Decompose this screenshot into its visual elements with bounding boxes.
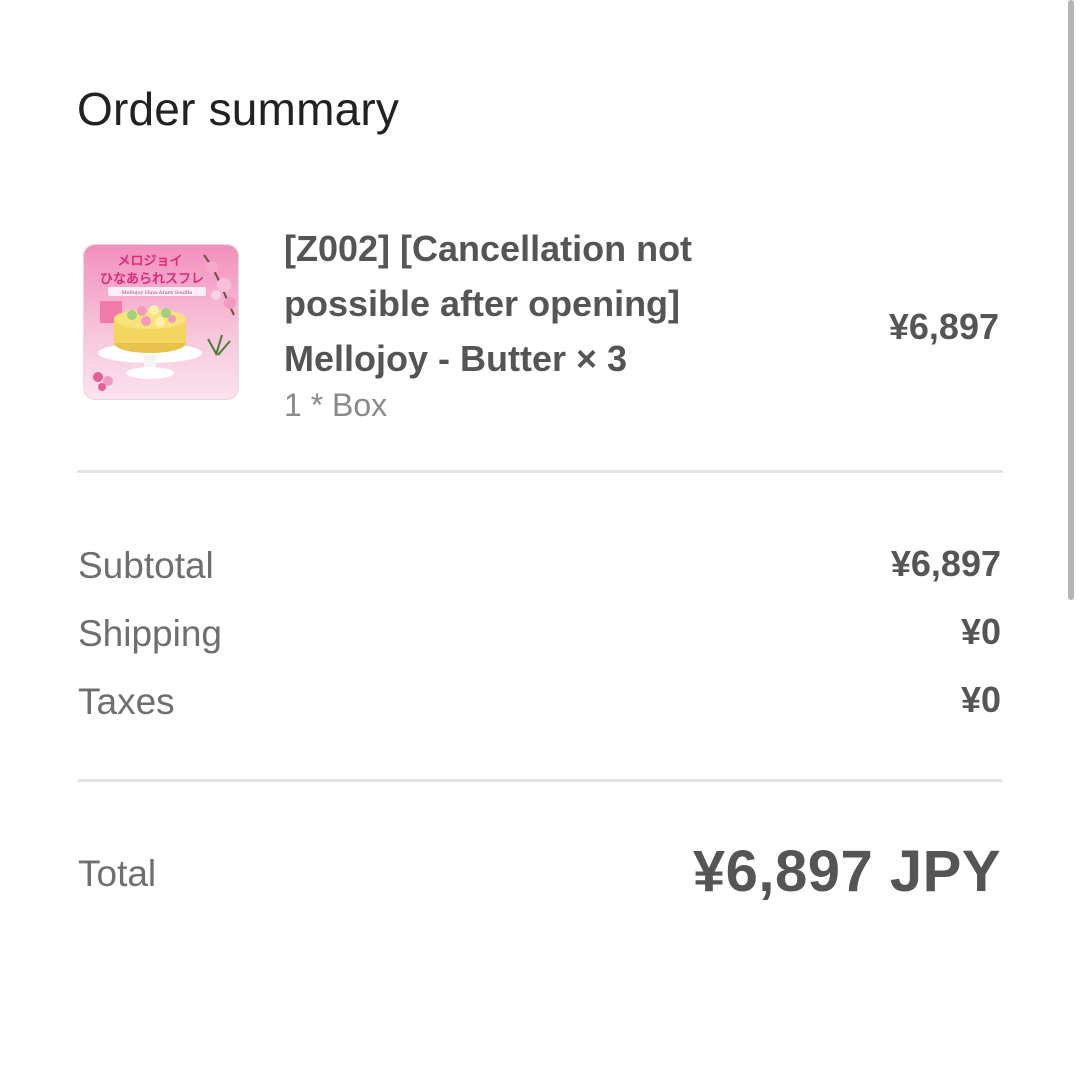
line-item: メロジョイ ひなあられスフレ Mellojoy Hina-Arare Souff… — [77, 215, 1003, 435]
taxes-row: Taxes ¥0 — [77, 679, 1001, 725]
item-variant: 1 * Box — [284, 387, 388, 423]
item-price: ¥6,897 — [888, 306, 999, 347]
scrollbar[interactable] — [1068, 0, 1074, 600]
subtotal-value: ¥6,897 — [890, 543, 1001, 584]
subtotal-row: Subtotal ¥6,897 — [77, 543, 1001, 589]
total-value: ¥6,897 JPY — [692, 839, 1001, 904]
divider — [78, 779, 1002, 782]
taxes-label: Taxes — [78, 681, 175, 722]
shipping-value: ¥0 — [960, 611, 1001, 652]
order-summary-title: Order summary — [77, 83, 400, 135]
taxes-value: ¥0 — [960, 679, 1001, 720]
thumbnail-headline: メロジョイ — [117, 254, 182, 269]
thumbnail-subheadline: ひなあられスフレ — [100, 272, 204, 287]
shipping-row: Shipping ¥0 — [77, 611, 1001, 657]
product-thumbnail: メロジョイ ひなあられスフレ Mellojoy Hina-Arare Souff… — [83, 244, 239, 400]
item-name: [Z002] [Cancellation not possible after … — [284, 228, 693, 379]
thumbnail-caption: Mellojoy Hina-Arare Souffle — [122, 290, 193, 296]
shipping-label: Shipping — [78, 613, 223, 654]
total-label: Total — [78, 853, 157, 894]
subtotal-label: Subtotal — [78, 545, 214, 586]
divider — [77, 470, 1003, 473]
